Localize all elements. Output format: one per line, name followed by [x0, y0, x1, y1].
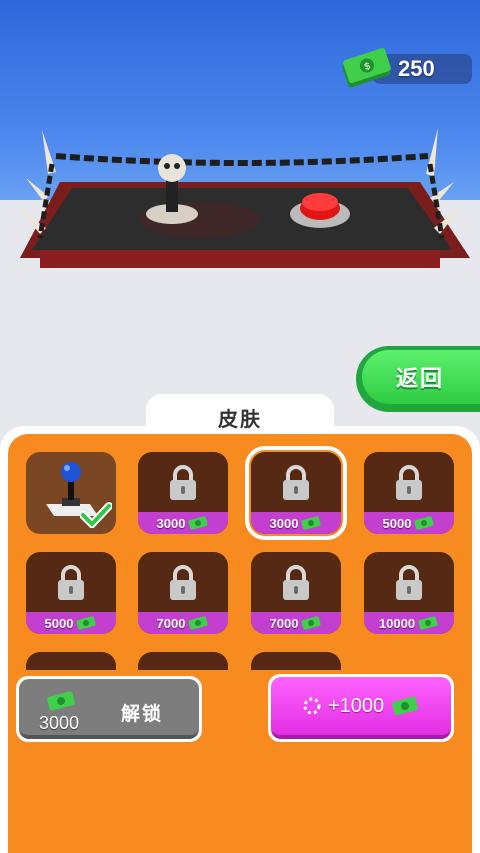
skin-card-partial[interactable]	[251, 652, 341, 670]
lock-icon	[283, 465, 309, 500]
cash-icon	[301, 516, 321, 530]
skin-grid: 3000 3000 5000 5000 7000 7000 10000	[8, 434, 472, 670]
skin-price: 5000	[44, 615, 74, 631]
skin-card[interactable]: 5000	[26, 552, 116, 634]
bonus-label: +1000	[327, 694, 385, 717]
check-icon	[80, 502, 112, 528]
cash-icon	[418, 616, 438, 630]
skin-card[interactable]: 10000	[364, 552, 454, 634]
skin-card-selected[interactable]: 3000	[245, 446, 347, 540]
skin-card[interactable]: 7000	[138, 552, 228, 634]
lock-icon	[170, 465, 196, 500]
cash-icon	[301, 616, 321, 630]
skin-card-partial[interactable]	[26, 652, 116, 670]
cash-stack-icon: $	[342, 48, 391, 88]
skin-card[interactable]: 5000	[364, 452, 454, 534]
cash-icon	[76, 616, 96, 630]
skin-grid-area: 3000 3000 5000 5000 7000 7000 10000	[8, 434, 472, 853]
back-button[interactable]: 返回	[356, 346, 480, 412]
lock-icon	[396, 565, 422, 600]
price-tag: 10000	[364, 612, 454, 634]
skin-price: 10000	[378, 615, 416, 631]
cash-icon	[188, 616, 208, 630]
cash-icon	[47, 691, 75, 711]
lock-icon	[170, 565, 196, 600]
skin-card-owned[interactable]	[26, 452, 116, 534]
cash-icon	[392, 696, 419, 716]
lock-icon	[58, 565, 84, 600]
unlock-button[interactable]: 3000 解锁	[16, 676, 202, 742]
skin-price: 3000	[269, 515, 299, 531]
skin-price: 7000	[269, 615, 299, 631]
cash-icon	[414, 516, 434, 530]
price-tag: 7000	[251, 612, 341, 634]
price-tag: 5000	[364, 512, 454, 534]
unlock-label: 解锁	[121, 704, 164, 725]
skin-card[interactable]: 3000	[138, 452, 228, 534]
tab-skins-label: 皮肤	[218, 408, 262, 431]
video-loading-icon	[303, 697, 321, 715]
game-arena	[18, 128, 470, 268]
skin-price: 7000	[156, 615, 186, 631]
skin-price: 3000	[156, 515, 186, 531]
lock-icon	[396, 465, 422, 500]
skin-card[interactable]: 7000	[251, 552, 341, 634]
bonus-coins-button[interactable]: +1000	[268, 674, 454, 742]
skin-price: 5000	[382, 515, 412, 531]
price-tag: 5000	[26, 612, 116, 634]
lock-icon	[283, 565, 309, 600]
skin-card-partial[interactable]	[138, 652, 228, 670]
unlock-price: 3000	[39, 713, 80, 733]
price-tag: 3000	[138, 512, 228, 534]
money-value: 250	[398, 56, 435, 81]
price-tag: 3000	[251, 512, 341, 534]
price-tag: 7000	[138, 612, 228, 634]
cash-icon	[188, 516, 208, 530]
back-button-label: 返回	[395, 366, 444, 391]
